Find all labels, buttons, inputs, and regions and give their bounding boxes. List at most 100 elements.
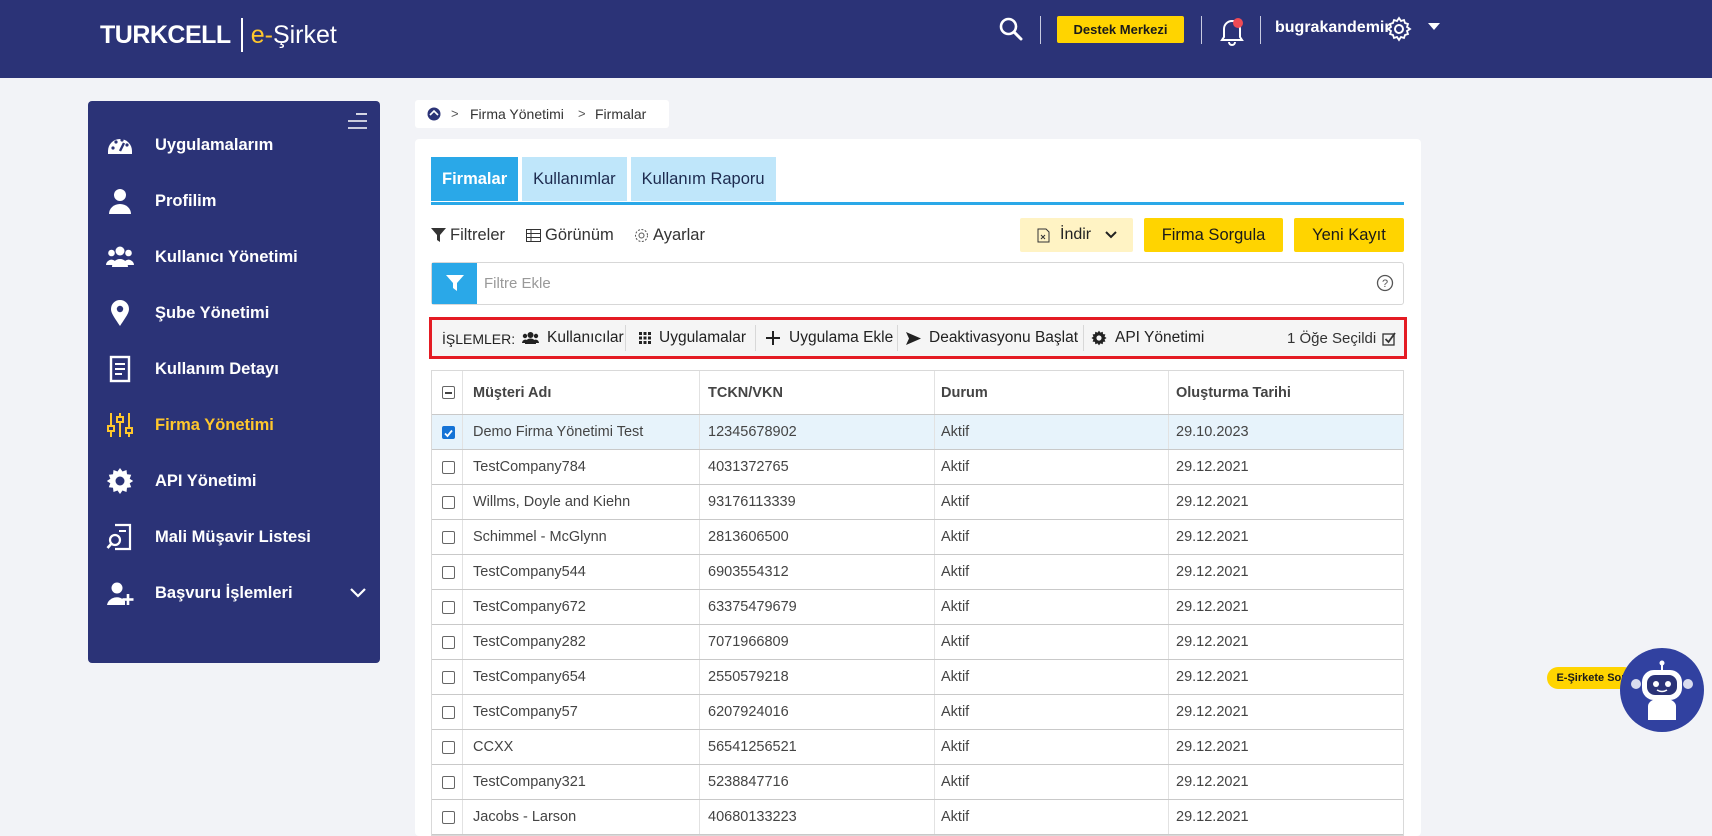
- action-deactivate-button[interactable]: Deaktivasyonu Başlat: [906, 329, 1078, 347]
- table-row[interactable]: TestCompany784 4031372765 Aktif 29.12.2021: [432, 450, 1403, 485]
- breadcrumb: > Firma Yönetimi > Firmalar: [415, 100, 669, 128]
- row-checkbox[interactable]: [442, 741, 455, 754]
- row-checkbox[interactable]: [442, 496, 455, 509]
- row-checkbox[interactable]: [442, 461, 455, 474]
- user-add-icon: [107, 582, 134, 605]
- sidebar-item-application-processes[interactable]: Başvuru İşlemleri: [88, 571, 380, 615]
- row-checkbox[interactable]: [442, 566, 455, 579]
- row-checkbox[interactable]: [442, 636, 455, 649]
- table-row[interactable]: TestCompany321 5238847716 Aktif 29.12.2021: [432, 765, 1403, 800]
- sidebar-item-usage-detail[interactable]: Kullanım Detayı: [88, 347, 380, 391]
- help-icon[interactable]: ?: [1376, 274, 1394, 292]
- cell-company-name: CCXX: [473, 739, 514, 755]
- row-checkbox[interactable]: [442, 706, 455, 719]
- view-toggle[interactable]: Görünüm: [526, 226, 614, 245]
- row-checkbox[interactable]: [442, 776, 455, 789]
- cell-created-date: 29.12.2021: [1176, 459, 1249, 475]
- row-checkbox[interactable]: [442, 671, 455, 684]
- table-row[interactable]: Willms, Doyle and Kiehn 93176113339 Aktif 2…: [432, 485, 1403, 520]
- user-menu-caret-icon[interactable]: [1428, 23, 1440, 30]
- table-row[interactable]: CCXX 56541256521 Aktif 29.12.2021: [432, 730, 1403, 765]
- column-header-name[interactable]: Müşteri Adı: [473, 371, 551, 414]
- column-divider: [699, 730, 700, 764]
- top-header: TURKCELL e- Şirket Destek Merkezi bugrak…: [0, 0, 1712, 78]
- robot-icon: [1631, 660, 1693, 720]
- row-checkbox[interactable]: [442, 426, 455, 439]
- header-divider: [1260, 16, 1261, 44]
- home-icon[interactable]: [427, 107, 441, 121]
- cell-status: Aktif: [941, 669, 970, 685]
- new-record-button[interactable]: Yeni Kayıt: [1294, 218, 1404, 252]
- table-row[interactable]: Jacobs - Larson 40680133223 Aktif 29.12.202…: [432, 800, 1403, 835]
- sidebar-item-applications[interactable]: Uygulamalarım: [88, 123, 380, 167]
- username[interactable]: bugrakandemir: [1275, 19, 1391, 37]
- view-label: Görünüm: [545, 226, 614, 244]
- cell-status: Aktif: [941, 494, 970, 510]
- action-users-button[interactable]: Kullanıcılar: [522, 329, 624, 347]
- logo[interactable]: TURKCELL e- Şirket: [100, 18, 337, 52]
- support-center-button[interactable]: Destek Merkezi: [1057, 16, 1184, 43]
- column-divider: [934, 555, 935, 589]
- column-divider: [462, 450, 463, 484]
- notification-bell-icon[interactable]: [1218, 16, 1246, 46]
- column-header-date[interactable]: Oluşturma Tarihi: [1176, 371, 1291, 414]
- action-apps-button[interactable]: Uygulamalar: [639, 329, 746, 347]
- column-header-id[interactable]: TCKN/VKN: [708, 371, 783, 414]
- search-icon[interactable]: [998, 16, 1024, 42]
- tab-usage-report[interactable]: Kullanım Raporu: [630, 157, 776, 201]
- sliders-icon: [107, 413, 133, 437]
- filters-label: Filtreler: [450, 226, 506, 244]
- table-row[interactable]: TestCompany282 7071966809 Aktif 29.12.2021: [432, 625, 1403, 660]
- cell-tax-id: 6207924016: [708, 704, 789, 720]
- column-divider: [1168, 415, 1169, 449]
- table-row[interactable]: TestCompany544 6903554312 Aktif 29.12.2021: [432, 555, 1403, 590]
- send-icon: [906, 331, 921, 345]
- cell-tax-id: 2550579218: [708, 669, 789, 685]
- table-row[interactable]: TestCompany57 6207924016 Aktif 29.12.2021: [432, 695, 1403, 730]
- filter-input[interactable]: [484, 271, 1334, 295]
- download-button[interactable]: İndir: [1020, 218, 1133, 252]
- chatbot-button[interactable]: [1620, 648, 1704, 732]
- sidebar-item-profile[interactable]: Profilim: [88, 179, 380, 223]
- company-query-button[interactable]: Firma Sorgula: [1144, 218, 1283, 252]
- product-prefix: e-: [250, 20, 273, 49]
- column-divider: [934, 660, 935, 694]
- action-add-app-button[interactable]: Uygulama Ekle: [765, 329, 893, 347]
- cell-company-name: TestCompany654: [473, 669, 586, 685]
- filters-toggle[interactable]: Filtreler: [431, 226, 505, 245]
- chevron-down-icon[interactable]: [350, 585, 366, 601]
- cell-created-date: 29.12.2021: [1176, 634, 1249, 650]
- sidebar-item-label: Uygulamalarım: [155, 136, 274, 154]
- sidebar-item-branch-management[interactable]: Şube Yönetimi: [88, 291, 380, 335]
- table-row[interactable]: TestCompany654 2550579218 Aktif 29.12.2021: [432, 660, 1403, 695]
- action-add-app-label: Uygulama Ekle: [789, 329, 894, 346]
- sidebar-item-accountant-list[interactable]: Mali Müşavir Listesi: [88, 515, 380, 559]
- tab-bar: Firmalar Kullanımlar Kullanım Raporu: [431, 157, 780, 201]
- column-divider: [462, 625, 463, 659]
- column-divider: [462, 520, 463, 554]
- table-row[interactable]: Schimmel - McGlynn 2813606500 Aktif 29.12.2…: [432, 520, 1403, 555]
- sidebar-item-api-management[interactable]: API Yönetimi: [88, 459, 380, 503]
- row-checkbox[interactable]: [442, 811, 455, 824]
- select-all-checkbox[interactable]: [442, 386, 455, 399]
- column-divider: [462, 660, 463, 694]
- action-apps-label: Uygulamalar: [659, 329, 747, 346]
- indeterminate-mark-icon: [445, 392, 452, 394]
- settings-toggle[interactable]: Ayarlar: [634, 226, 705, 245]
- row-checkbox[interactable]: [442, 601, 455, 614]
- tab-companies[interactable]: Firmalar: [431, 157, 519, 201]
- column-header-status[interactable]: Durum: [941, 371, 988, 414]
- sidebar-item-user-management[interactable]: Kullanıcı Yönetimi: [88, 235, 380, 279]
- settings-gear-icon[interactable]: [1386, 16, 1412, 42]
- cell-tax-id: 56541256521: [708, 739, 797, 755]
- row-checkbox[interactable]: [442, 531, 455, 544]
- filter-button[interactable]: [432, 263, 477, 304]
- table-row[interactable]: Demo Firma Yönetimi Test 12345678902 Aktif…: [432, 415, 1403, 450]
- breadcrumb-item[interactable]: Firma Yönetimi: [470, 106, 564, 122]
- tab-usages[interactable]: Kullanımlar: [522, 157, 627, 201]
- action-api-button[interactable]: API Yönetimi: [1091, 329, 1204, 347]
- table-row[interactable]: TestCompany672 63375479679 Aktif 29.12.2021: [432, 590, 1403, 625]
- location-pin-icon: [111, 300, 129, 326]
- sidebar-item-company-management[interactable]: Firma Yönetimi: [88, 403, 380, 447]
- check-square-icon[interactable]: [1382, 331, 1396, 346]
